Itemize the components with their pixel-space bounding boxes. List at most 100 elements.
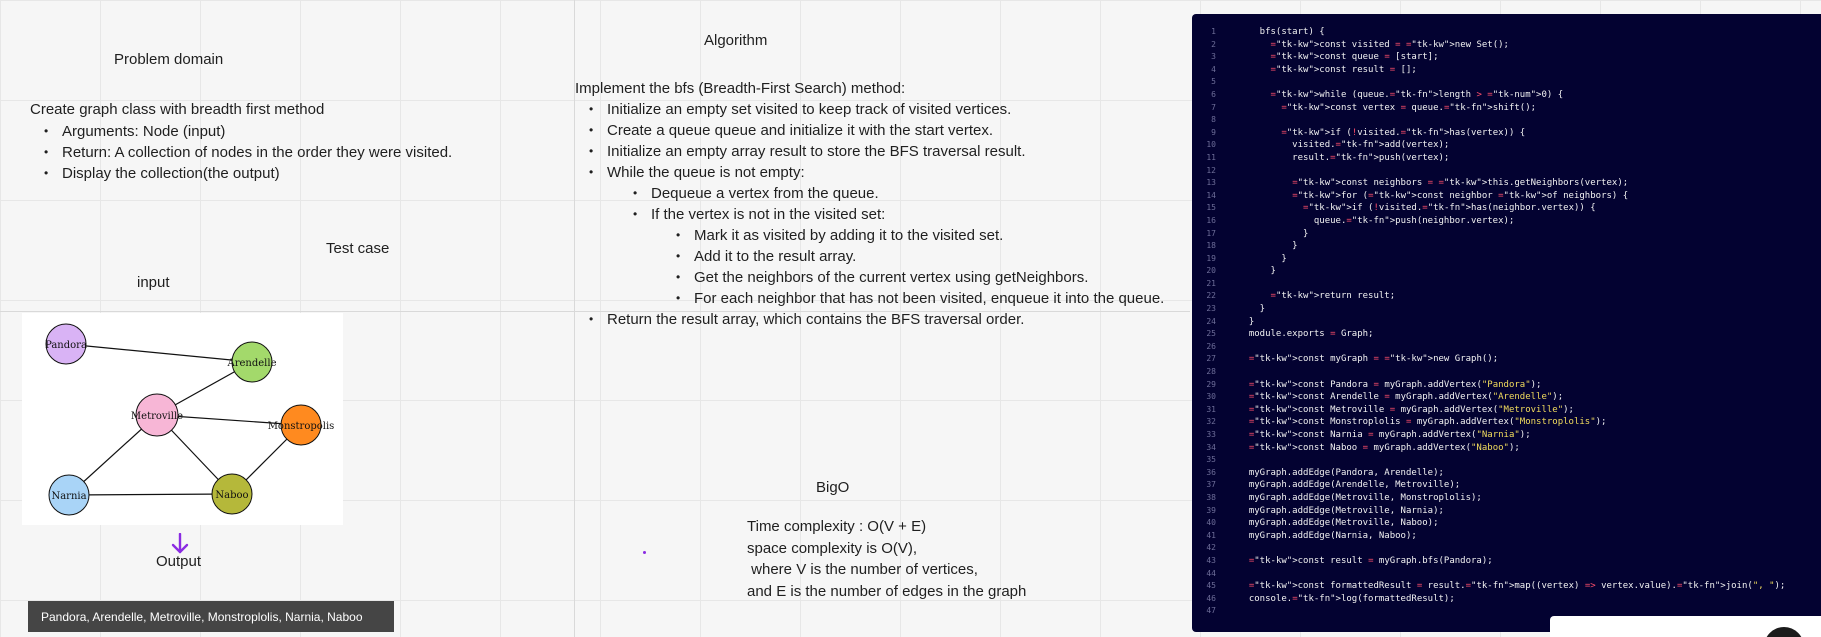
code-line: 19 } xyxy=(1192,253,1821,266)
code-text: module.exports = Graph; xyxy=(1238,329,1374,340)
code-line: 10 visited.="tk-fn">add(vertex); xyxy=(1192,139,1821,152)
node-label-narnia: Narnia xyxy=(51,491,86,502)
line-number: 23 xyxy=(1206,304,1216,314)
code-text: myGraph.addEdge(Narnia, Naboo); xyxy=(1238,530,1417,541)
code-text: ="tk-kw">const Narnia = myGraph.addVerte… xyxy=(1248,430,1531,440)
code-line: 16 queue.="tk-fn">push(neighbor.vertex); xyxy=(1192,215,1821,228)
graph-svg: Pandora Arendelle Metroville Monstropoli… xyxy=(45,323,335,516)
code-line: 3 ="tk-kw">const queue = [start]; xyxy=(1192,51,1821,64)
problem-heading: Problem domain xyxy=(114,51,224,68)
line-number: 28 xyxy=(1206,367,1216,377)
code-text: } xyxy=(1238,304,1266,315)
line-number: 40 xyxy=(1206,518,1216,528)
bigo-line: Time complexity : O(V + E) xyxy=(747,518,927,535)
code-text: myGraph.addEdge(Metroville, Narnia); xyxy=(1238,505,1444,516)
line-number: 3 xyxy=(1211,52,1216,62)
line-number: 41 xyxy=(1206,530,1216,540)
code-text: ="tk-kw">if (!visited.="tk-fn">has(verte… xyxy=(1281,127,1526,138)
code-line: 20 } xyxy=(1192,265,1821,278)
code-text: } xyxy=(1238,228,1309,239)
bigo-line: space complexity is O(V), xyxy=(747,540,918,557)
line-number: 11 xyxy=(1206,152,1216,162)
code-line: 8 xyxy=(1192,114,1821,127)
algorithm-intro: Implement the bfs (Breadth-First Search)… xyxy=(575,80,906,97)
algorithm-heading: Algorithm xyxy=(704,32,768,49)
algorithm-steps: Initialize an empty set visited to keep … xyxy=(575,99,1175,330)
code-line: 44 xyxy=(1192,568,1821,581)
line-number: 27 xyxy=(1206,354,1216,364)
list-item: Display the collection(the output) xyxy=(30,163,550,184)
code-text: ="tk-kw">const Monstroplolis = myGraph.a… xyxy=(1248,417,1607,428)
list-item: For each neighbor that has not been visi… xyxy=(575,288,1175,309)
list-item: If the vertex is not in the visited set: xyxy=(575,204,1175,225)
node-label-monstropolis: Monstropolis xyxy=(268,421,335,432)
node-label-pandora: Pandora xyxy=(45,340,87,351)
input-label: input xyxy=(137,274,170,291)
code-line: 34 ="tk-kw">const Naboo = myGraph.addVer… xyxy=(1192,442,1821,455)
code-text: ="tk-kw">return result; xyxy=(1270,291,1396,302)
bigo-line: where V is the number of vertices, xyxy=(747,561,978,578)
line-number: 21 xyxy=(1206,278,1216,288)
code-line: 4 ="tk-kw">const result = []; xyxy=(1192,64,1821,77)
line-number: 22 xyxy=(1206,291,1216,301)
code-line: 1 bfs(start) { xyxy=(1192,26,1821,39)
code-line: 14 ="tk-kw">for (="tk-kw">const neighbor… xyxy=(1192,190,1821,203)
code-line: 26 xyxy=(1192,341,1821,354)
line-number: 45 xyxy=(1206,581,1216,591)
code-line: 42 xyxy=(1192,542,1821,555)
code-line: 31 ="tk-kw">const Metroville = myGraph.a… xyxy=(1192,404,1821,417)
code-text: result.="tk-fn">push(vertex); xyxy=(1238,152,1450,163)
code-text: ="tk-kw">const result = myGraph.bfs(Pand… xyxy=(1248,555,1493,566)
line-number: 16 xyxy=(1206,215,1216,225)
node-label-naboo: Naboo xyxy=(215,490,248,501)
code-text: queue.="tk-fn">push(neighbor.vertex); xyxy=(1238,215,1515,226)
code-lines: 1 bfs(start) {2 ="tk-kw">const visited =… xyxy=(1192,26,1821,618)
list-item: Get the neighbors of the current vertex … xyxy=(575,267,1175,288)
code-line: 13 ="tk-kw">const neighbors = ="tk-kw">t… xyxy=(1192,177,1821,190)
code-line: 33 ="tk-kw">const Narnia = myGraph.addVe… xyxy=(1192,429,1821,442)
line-number: 8 xyxy=(1211,115,1216,125)
code-text: } xyxy=(1238,241,1298,252)
line-number: 47 xyxy=(1206,606,1216,616)
line-number: 14 xyxy=(1206,190,1216,200)
code-line: 23 } xyxy=(1192,303,1821,316)
list-item: Return the result array, which contains … xyxy=(575,309,1175,330)
list-item: Initialize an empty set visited to keep … xyxy=(575,99,1175,120)
code-text: ="tk-kw">const result = []; xyxy=(1270,64,1417,75)
list-item: Initialize an empty array result to stor… xyxy=(575,141,1175,162)
code-line: 6 ="tk-kw">while (queue.="tk-fn">length … xyxy=(1192,89,1821,102)
line-number: 2 xyxy=(1211,39,1216,49)
line-number: 30 xyxy=(1206,392,1216,402)
code-text: ="tk-kw">const Naboo = myGraph.addVertex… xyxy=(1248,442,1520,453)
node-label-metroville: Metroville xyxy=(131,411,183,422)
code-text: ="tk-kw">const Pandora = myGraph.addVert… xyxy=(1248,379,1542,390)
line-number: 15 xyxy=(1206,203,1216,213)
line-number: 36 xyxy=(1206,467,1216,477)
code-line: 37 myGraph.addEdge(Arendelle, Metroville… xyxy=(1192,479,1821,492)
code-text: myGraph.addEdge(Pandora, Arendelle); xyxy=(1238,467,1444,478)
line-number: 44 xyxy=(1206,568,1216,578)
code-text: bfs(start) { xyxy=(1238,27,1325,37)
code-line: 43 ="tk-kw">const result = myGraph.bfs(P… xyxy=(1192,555,1821,568)
code-text: ="tk-kw">const Arendelle = myGraph.addVe… xyxy=(1248,392,1564,403)
line-number: 26 xyxy=(1206,341,1216,351)
line-number: 19 xyxy=(1206,253,1216,263)
code-text: ="tk-kw">const queue = [start]; xyxy=(1270,52,1439,63)
line-number: 31 xyxy=(1206,404,1216,414)
list-item: Arguments: Node (input) xyxy=(30,121,550,142)
code-panel[interactable]: 1 bfs(start) {2 ="tk-kw">const visited =… xyxy=(1192,14,1821,632)
line-number: 34 xyxy=(1206,442,1216,452)
code-text: ="tk-kw">if (!visited.="tk-fn">has(neigh… xyxy=(1303,203,1596,214)
line-number: 7 xyxy=(1211,102,1216,112)
list-item: Create a queue queue and initialize it w… xyxy=(575,120,1175,141)
code-line: 18 } xyxy=(1192,240,1821,253)
line-number: 25 xyxy=(1206,329,1216,339)
code-line: 30 ="tk-kw">const Arendelle = myGraph.ad… xyxy=(1192,391,1821,404)
code-text: ="tk-kw">const myGraph = ="tk-kw">new Gr… xyxy=(1248,354,1499,365)
list-item: Mark it as visited by adding it to the v… xyxy=(575,225,1175,246)
line-number: 38 xyxy=(1206,492,1216,502)
